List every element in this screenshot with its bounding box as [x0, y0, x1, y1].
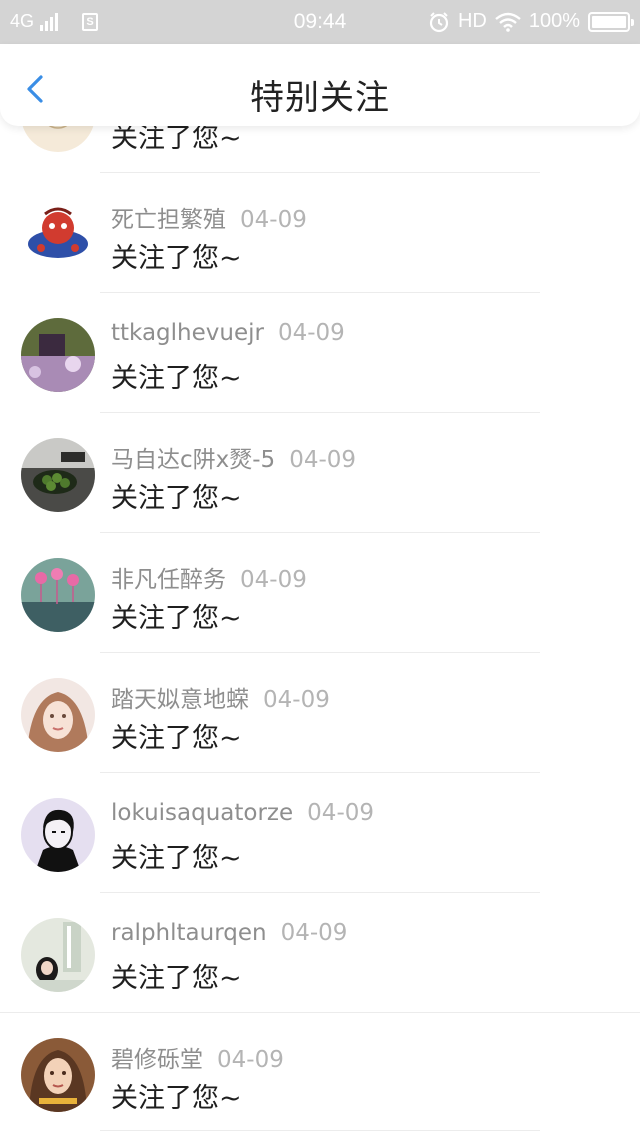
page-title: 特别关注 [250, 78, 390, 118]
avatar[interactable] [21, 438, 95, 512]
hd-indicator: HD [457, 10, 487, 32]
divider [0, 1012, 640, 1013]
divider [100, 892, 540, 893]
name-line: 碧修砾堂 04-09 [111, 1040, 284, 1074]
list-item[interactable]: ttkaglhevuejr 04-09 关注了您~ [0, 294, 640, 414]
name-line: ttkaglhevuejr 04-09 [111, 320, 345, 346]
date: 04-09 [277, 320, 345, 346]
list-item[interactable]: 马自达c阱x燹-5 04-09 关注了您~ [0, 414, 640, 534]
battery-icon [588, 11, 634, 32]
user-name[interactable]: ralphltaurqen [111, 920, 267, 946]
wifi-icon [495, 12, 521, 32]
action-text: 关注了您~ [111, 843, 242, 874]
action-text: 关注了您~ [111, 963, 242, 994]
date: 04-09 [307, 800, 375, 826]
avatar[interactable] [21, 198, 95, 272]
action-text: 关注了您~ [111, 603, 242, 634]
action-text: 关注了您~ [111, 363, 242, 394]
divider [100, 172, 540, 173]
status-bar: 4G S 09:44 HD 100% [0, 0, 640, 44]
nav-bar: 特别关注 [0, 44, 640, 126]
action-text: 关注了您~ [111, 723, 242, 754]
user-name[interactable]: lokuisaquatorze [111, 800, 293, 826]
user-name[interactable]: 非凡任醉务 [111, 567, 226, 593]
date: 04-09 [217, 1047, 284, 1073]
action-text: 关注了您~ [111, 1083, 242, 1114]
alarm-icon [429, 11, 449, 32]
divider [100, 412, 540, 413]
date: 04-09 [280, 920, 348, 946]
action-text: 关注了您~ [111, 243, 242, 274]
status-right: HD 100% [428, 10, 634, 33]
avatar[interactable] [21, 678, 95, 752]
notification-list[interactable]: 关注了您~ 死亡担繁殖 04-09 关注了您~ ttkaglhevuejr 04… [0, 54, 640, 1134]
name-line: 踏天姒意地蝾 04-09 [111, 680, 330, 714]
avatar[interactable] [21, 318, 95, 392]
user-name[interactable]: 踏天姒意地蝾 [111, 687, 249, 713]
date: 04-09 [289, 447, 357, 473]
name-line: 非凡任醉务 04-09 [111, 560, 307, 594]
divider [100, 652, 540, 653]
user-name[interactable]: 死亡担繁殖 [111, 207, 226, 233]
avatar[interactable] [21, 558, 95, 632]
name-line: 死亡担繁殖 04-09 [111, 200, 307, 234]
name-line: lokuisaquatorze 04-09 [111, 800, 374, 826]
list-item[interactable]: 碧修砾堂 04-09 关注了您~ [0, 1014, 640, 1134]
divider [100, 1130, 540, 1131]
user-name[interactable]: 马自达c阱x燹-5 [111, 447, 275, 473]
list-item[interactable]: 死亡担繁殖 04-09 关注了您~ [0, 174, 640, 294]
date: 04-09 [240, 567, 307, 593]
user-name[interactable]: 碧修砾堂 [111, 1047, 203, 1073]
list-item[interactable]: 踏天姒意地蝾 04-09 关注了您~ [0, 654, 640, 774]
list-item[interactable]: 非凡任醉务 04-09 关注了您~ [0, 534, 640, 654]
date: 04-09 [263, 687, 330, 713]
divider [100, 772, 540, 773]
list-item[interactable]: lokuisaquatorze 04-09 关注了您~ [0, 774, 640, 894]
action-text: 关注了您~ [111, 483, 242, 514]
divider [100, 292, 540, 293]
list-item[interactable]: ralphltaurqen 04-09 关注了您~ [0, 894, 640, 1014]
name-line: ralphltaurqen 04-09 [111, 920, 347, 946]
avatar[interactable] [21, 1038, 95, 1112]
user-name[interactable]: ttkaglhevuejr [111, 320, 264, 346]
avatar[interactable] [21, 798, 95, 872]
name-line: 马自达c阱x燹-5 04-09 [111, 440, 356, 474]
divider [100, 532, 540, 533]
battery-percent: 100% [528, 10, 580, 32]
date: 04-09 [240, 207, 307, 233]
avatar[interactable] [21, 918, 95, 992]
